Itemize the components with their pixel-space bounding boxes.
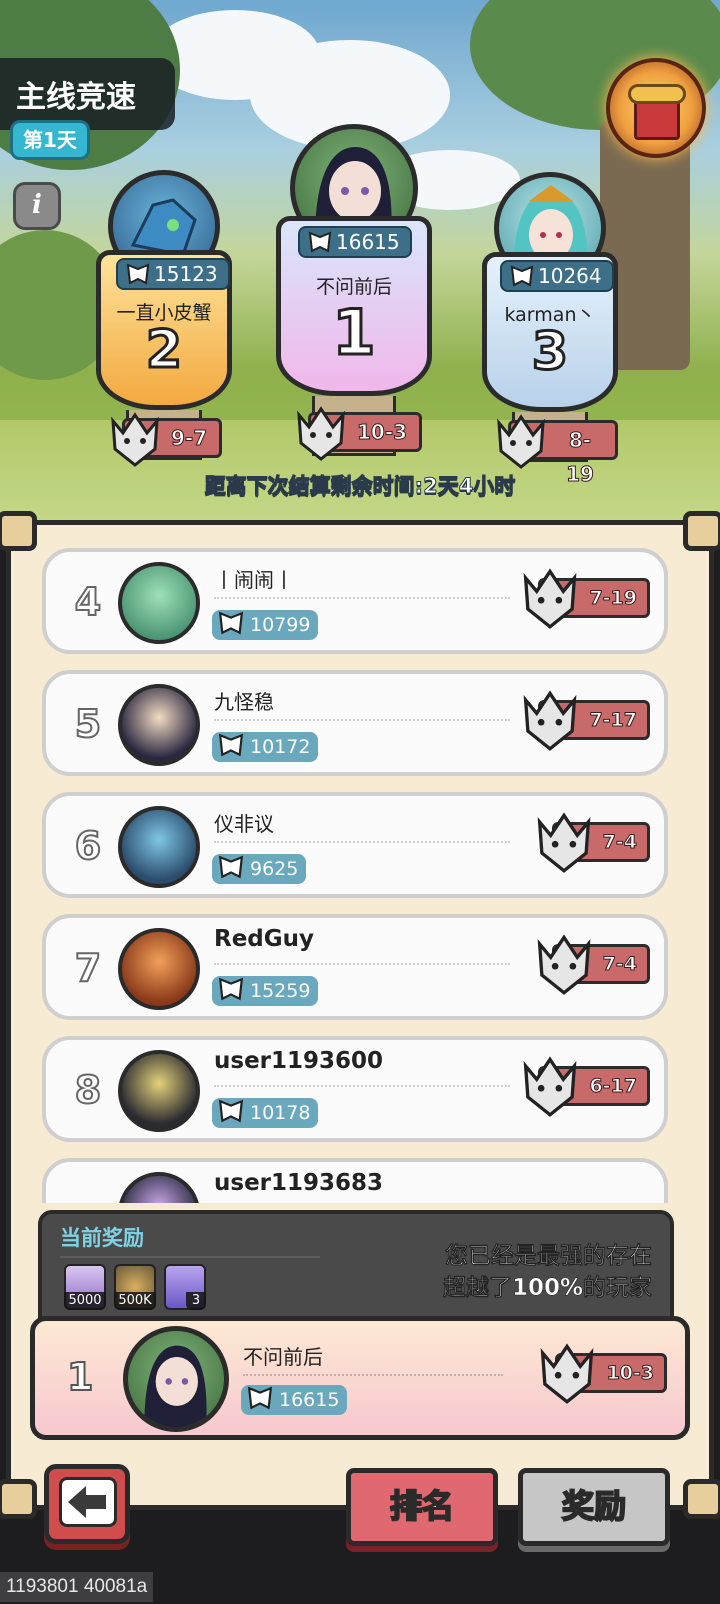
- list-item[interactable]: 6 仪非议 9625 7-4: [42, 792, 668, 898]
- stage-tag: 7-17: [524, 690, 650, 751]
- wolf-head-icon: [293, 405, 349, 471]
- player-name: 仪非议: [214, 812, 274, 836]
- power-badge: 15123: [116, 258, 230, 290]
- wolf-head-icon: [536, 1342, 598, 1415]
- place-number: 1: [331, 295, 377, 371]
- power-badge: 16615: [298, 226, 412, 258]
- place-number: 2: [144, 319, 183, 382]
- avatar: [123, 1326, 229, 1432]
- reward-qty: 5000: [64, 1292, 106, 1310]
- rank-number: 5: [74, 701, 102, 747]
- gold-coin-icon[interactable]: 500K: [114, 1264, 156, 1310]
- power-badge: 15259: [212, 976, 319, 1006]
- ranking-list[interactable]: 4 丨闹闹丨 10799 7-19 5 九怪稳 10172 7-17 6 仪非议: [38, 548, 678, 1203]
- wolf-head-icon: [533, 811, 595, 884]
- podium-third[interactable]: 10264 karman丶 3 8-19: [482, 172, 618, 487]
- player-name: user1193683: [214, 1170, 384, 1196]
- player-name: 不问前后: [243, 1345, 323, 1369]
- gift-box-icon: [634, 100, 680, 140]
- tab-ranking[interactable]: 排名: [346, 1468, 498, 1546]
- power-badge: 10799: [212, 610, 319, 640]
- settlement-countdown: 距离下次结算剩余时间:2天4小时: [204, 474, 516, 499]
- stage-tag: 10-3: [297, 406, 423, 461]
- avatar: [118, 1172, 200, 1203]
- stage-tag: 7-19: [524, 568, 650, 629]
- podium-second[interactable]: 15123 一直小皮蟹 2 9-7: [96, 170, 232, 467]
- avatar: [118, 928, 200, 1010]
- stage-tag: 10-3: [541, 1343, 667, 1404]
- stage-tag: 8-19: [497, 414, 618, 487]
- wolf-head-icon: [533, 933, 595, 1006]
- player-name: 九怪稳: [214, 690, 274, 714]
- list-item[interactable]: 7 RedGuy 15259 7-4: [42, 914, 668, 1020]
- player-name: user1193600: [214, 1048, 384, 1074]
- stage-tag: 7-4: [537, 812, 650, 873]
- place-number: 3: [530, 321, 569, 384]
- info-button[interactable]: i: [13, 182, 61, 230]
- avatar: [118, 562, 200, 644]
- power-emblem-icon: [247, 1386, 273, 1419]
- stage-tag: 7-4: [537, 934, 650, 995]
- power-emblem-icon: [218, 733, 244, 766]
- rank-number: 8: [74, 1067, 102, 1113]
- reward-title: 当前奖励: [60, 1226, 144, 1250]
- potion-icon[interactable]: 5000: [64, 1264, 106, 1310]
- list-item[interactable]: 4 丨闹闹丨 10799 7-19: [42, 548, 668, 654]
- gift-button[interactable]: [606, 58, 706, 158]
- time-boost-icon[interactable]: 3: [164, 1264, 206, 1310]
- power-emblem-icon: [510, 265, 534, 294]
- power-emblem-icon: [126, 263, 150, 292]
- list-item[interactable]: user1193683: [42, 1158, 668, 1203]
- power-emblem-icon: [218, 1099, 244, 1132]
- power-badge: 16615: [241, 1385, 348, 1415]
- power-badge: 10264: [500, 260, 614, 292]
- reward-qty: 500K: [114, 1292, 156, 1310]
- power-emblem-icon: [218, 855, 244, 888]
- avatar: [118, 806, 200, 888]
- my-rank-row[interactable]: 1 不问前后 16615 10-3: [30, 1316, 690, 1440]
- player-name: RedGuy: [214, 926, 315, 952]
- power-badge: 9625: [212, 854, 307, 884]
- player-name: 不问前后: [315, 276, 392, 298]
- avatar: [118, 684, 200, 766]
- player-name: 丨闹闹丨: [214, 568, 294, 592]
- power-emblem-icon: [218, 611, 244, 644]
- reward-message: 您已经是最强的存在 超越了100%的玩家: [442, 1243, 653, 1302]
- podium-first[interactable]: 16615 不问前后 1 10-3: [276, 124, 432, 464]
- wolf-head-icon: [519, 689, 581, 762]
- rank-number: 4: [74, 579, 102, 625]
- day-badge: 第1天: [10, 120, 90, 160]
- list-item[interactable]: 5 九怪稳 10172 7-17: [42, 670, 668, 776]
- power-badge: 10172: [212, 732, 319, 762]
- stage-tag: 9-7: [111, 412, 223, 467]
- user-id-label: 1193801 40081a: [0, 1572, 154, 1602]
- stage-tag: 6-17: [524, 1056, 650, 1117]
- tab-rewards[interactable]: 奖励: [518, 1468, 670, 1546]
- reward-qty: 3: [186, 1292, 206, 1310]
- list-item[interactable]: 8 user1193600 10178 6-17: [42, 1036, 668, 1142]
- power-emblem-icon: [218, 977, 244, 1010]
- wolf-head-icon: [519, 1055, 581, 1128]
- power-emblem-icon: [308, 231, 332, 260]
- back-arrow-icon: [59, 1477, 117, 1527]
- avatar: [118, 1050, 200, 1132]
- wolf-head-icon: [519, 567, 581, 640]
- current-reward-box: 当前奖励 5000 500K 3 您已经是最强的存在 超越了100%的玩家: [38, 1210, 674, 1320]
- rank-number: 7: [74, 945, 102, 991]
- info-icon: i: [32, 190, 42, 220]
- wolf-head-icon: [107, 411, 163, 477]
- rank-number: 1: [66, 1354, 94, 1400]
- power-badge: 10178: [212, 1098, 319, 1128]
- back-button[interactable]: [44, 1464, 130, 1544]
- rank-number: 6: [74, 823, 102, 869]
